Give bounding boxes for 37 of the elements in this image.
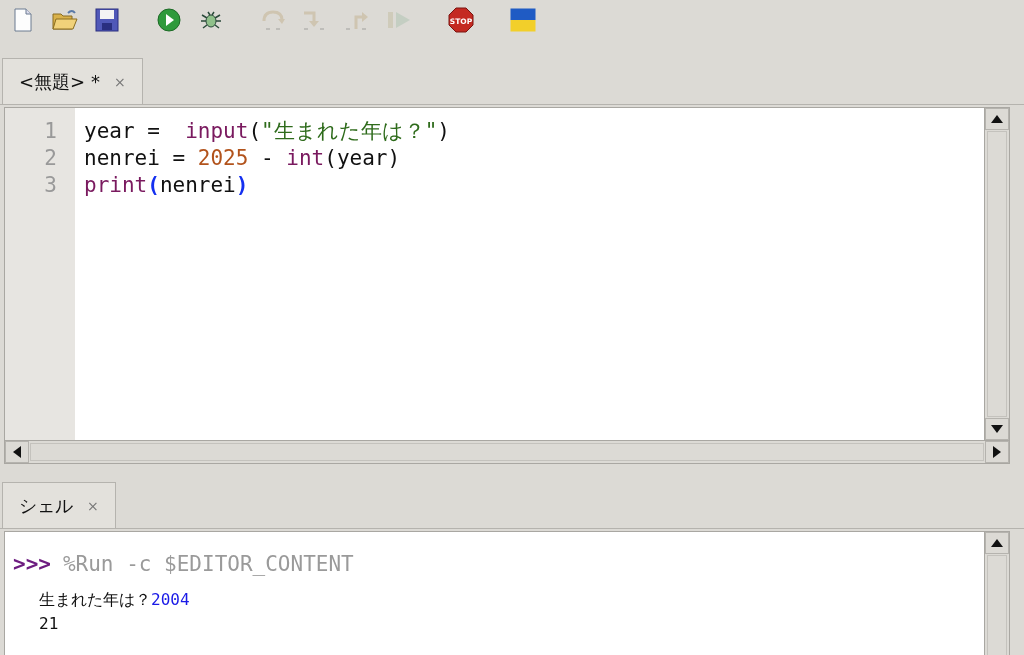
line-number: 3 <box>43 172 57 199</box>
up-triangle-icon <box>991 115 1003 123</box>
code-line: nenrei = 2025 - int(year) <box>84 145 402 172</box>
scrollbar-track[interactable] <box>30 443 984 461</box>
shell-prompt: >>> <box>13 551 51 578</box>
scroll-up-button[interactable] <box>985 532 1009 554</box>
line-number: 1 <box>43 118 57 145</box>
step-out-icon <box>344 9 370 31</box>
code-line: year = input("生まれた年は？") <box>84 118 451 145</box>
open-button[interactable] <box>52 7 78 33</box>
typed-input-text: 2004 <box>151 590 190 609</box>
step-over-icon <box>260 9 286 31</box>
close-icon[interactable]: × <box>87 497 99 514</box>
flag-icon <box>510 8 536 32</box>
scroll-down-button[interactable] <box>985 418 1009 440</box>
run-button[interactable] <box>156 7 182 33</box>
left-triangle-icon <box>13 446 21 458</box>
flag-button[interactable] <box>510 7 536 33</box>
resume-icon <box>386 9 412 31</box>
scroll-right-button[interactable] <box>985 441 1009 463</box>
shell-command: %Run -c $EDITOR_CONTENT <box>62 551 354 578</box>
down-triangle-icon <box>991 425 1003 433</box>
run-icon <box>157 8 181 32</box>
line-number: 2 <box>43 145 57 172</box>
shell-output: 21 <box>39 614 59 633</box>
folder-icon <box>52 9 78 31</box>
code-line: print(nenrei) <box>84 172 250 199</box>
blank-page-icon <box>13 8 33 32</box>
tab[interactable]: シェル × <box>2 482 116 528</box>
close-icon[interactable]: × <box>113 73 126 90</box>
up-triangle-icon <box>991 539 1003 547</box>
scroll-left-button[interactable] <box>5 441 29 463</box>
scroll-up-button[interactable] <box>985 108 1009 130</box>
shell-output: 生まれた年は？ <box>39 590 151 609</box>
save-button[interactable] <box>94 7 120 33</box>
right-triangle-icon <box>993 446 1001 458</box>
tab[interactable]: <無題> * × <box>2 58 143 104</box>
